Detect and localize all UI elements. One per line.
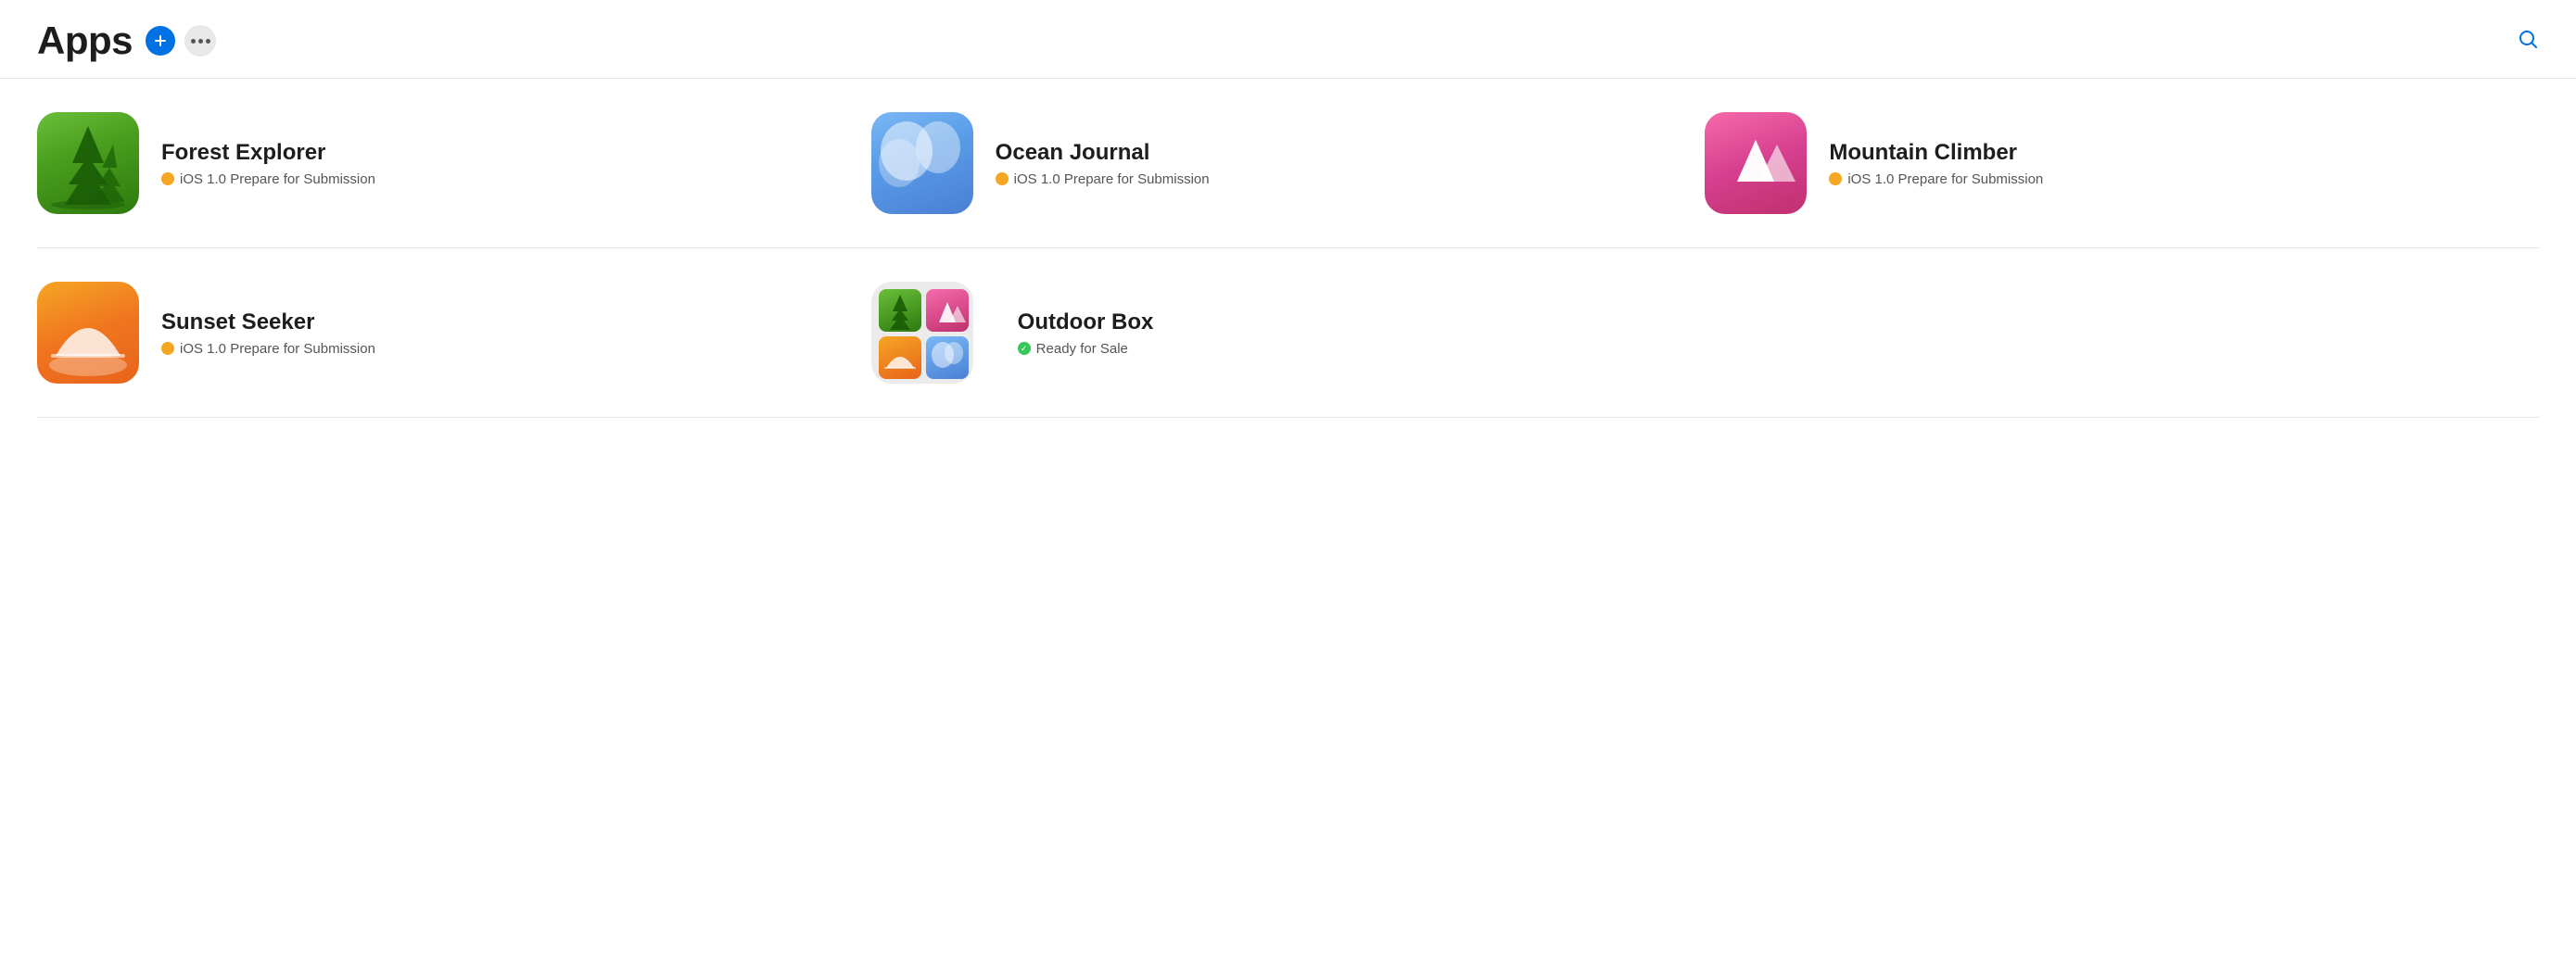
app-status-sunset-seeker: iOS 1.0 Prepare for Submission (161, 341, 375, 357)
apps-row-1: Forest Explorer iOS 1.0 Prepare for Subm… (37, 79, 2539, 248)
app-info-outdoor-box: Outdoor Box ✓ Ready for Sale (1018, 309, 1154, 357)
app-item-outdoor-box[interactable]: Outdoor Box ✓ Ready for Sale (871, 282, 1706, 384)
add-button[interactable] (146, 26, 175, 56)
app-item-forest-explorer[interactable]: Forest Explorer iOS 1.0 Prepare for Subm… (37, 112, 871, 214)
app-icon-mountain-climber (1705, 112, 1807, 214)
app-info-ocean-journal: Ocean Journal iOS 1.0 Prepare for Submis… (996, 140, 1210, 187)
app-platform-sunset-seeker: iOS 1.0 Prepare for Submission (180, 341, 375, 357)
app-platform-mountain-climber: iOS 1.0 Prepare for Submission (1847, 171, 2043, 187)
mini-icon-forest (879, 289, 921, 332)
app-status-outdoor-box: ✓ Ready for Sale (1018, 341, 1154, 357)
mini-icon-sunset (879, 336, 921, 379)
plus-icon (153, 33, 168, 48)
app-icon-forest-explorer (37, 112, 139, 214)
app-icon-outdoor-box (871, 282, 973, 384)
mini-icon-ocean (926, 336, 969, 379)
app-item-sunset-seeker[interactable]: Sunset Seeker iOS 1.0 Prepare for Submis… (37, 282, 871, 384)
app-name-mountain-climber: Mountain Climber (1829, 140, 2043, 166)
status-indicator-sunset-seeker (161, 342, 174, 355)
app-status-forest-explorer: iOS 1.0 Prepare for Submission (161, 171, 375, 187)
app-info-mountain-climber: Mountain Climber iOS 1.0 Prepare for Sub… (1829, 140, 2043, 187)
app-icon-ocean-journal (871, 112, 973, 214)
page-header: Apps (0, 0, 2576, 79)
app-name-forest-explorer: Forest Explorer (161, 140, 375, 166)
app-platform-forest-explorer: iOS 1.0 Prepare for Submission (180, 171, 375, 187)
app-status-text-outdoor-box: Ready for Sale (1036, 341, 1128, 357)
apps-grid: Forest Explorer iOS 1.0 Prepare for Subm… (0, 79, 2576, 418)
app-status-mountain-climber: iOS 1.0 Prepare for Submission (1829, 171, 2043, 187)
search-icon (2517, 28, 2539, 50)
more-button[interactable] (184, 25, 216, 57)
app-info-forest-explorer: Forest Explorer iOS 1.0 Prepare for Subm… (161, 140, 375, 187)
status-indicator-outdoor-box: ✓ (1018, 342, 1031, 355)
app-info-sunset-seeker: Sunset Seeker iOS 1.0 Prepare for Submis… (161, 309, 375, 357)
search-button[interactable] (2517, 28, 2539, 55)
app-status-ocean-journal: iOS 1.0 Prepare for Submission (996, 171, 1210, 187)
app-name-sunset-seeker: Sunset Seeker (161, 309, 375, 335)
ellipsis-icon (191, 39, 210, 44)
status-indicator-ocean-journal (996, 172, 1009, 185)
app-platform-ocean-journal: iOS 1.0 Prepare for Submission (1014, 171, 1210, 187)
mini-icon-mountain (926, 289, 969, 332)
page-title: Apps (37, 19, 133, 63)
app-name-ocean-journal: Ocean Journal (996, 140, 1210, 166)
app-item-ocean-journal[interactable]: Ocean Journal iOS 1.0 Prepare for Submis… (871, 112, 1706, 214)
apps-row-2: Sunset Seeker iOS 1.0 Prepare for Submis… (37, 248, 2539, 418)
status-indicator-forest-explorer (161, 172, 174, 185)
status-indicator-mountain-climber (1829, 172, 1842, 185)
app-item-mountain-climber[interactable]: Mountain Climber iOS 1.0 Prepare for Sub… (1705, 112, 2539, 214)
app-icon-sunset-seeker (37, 282, 139, 384)
app-name-outdoor-box: Outdoor Box (1018, 309, 1154, 335)
